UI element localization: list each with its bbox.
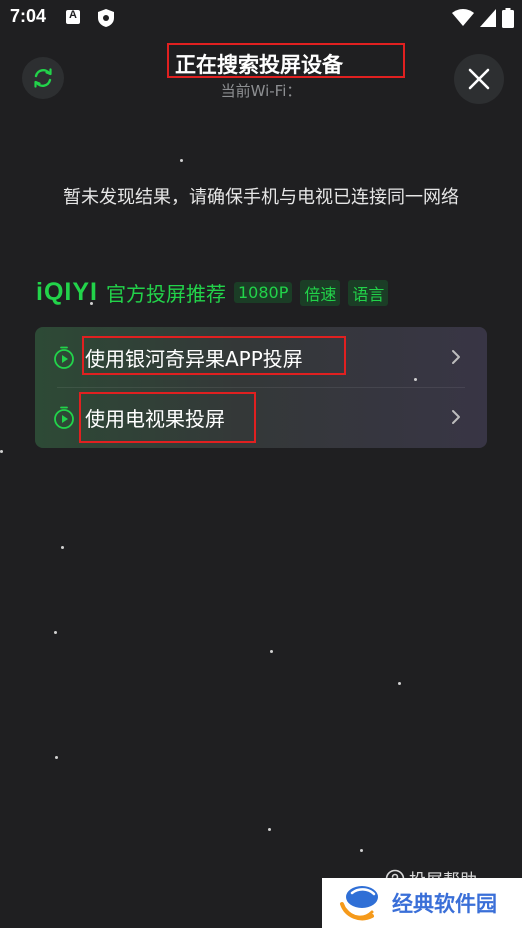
battery-icon [502,8,514,28]
star-dot [55,756,58,759]
star-dot [414,378,417,381]
tag-resolution: 1080P [233,282,293,303]
star-dot [61,546,64,549]
tag-speed: 倍速 [300,279,341,306]
close-button[interactable] [454,54,504,104]
tag-language: 语言 [348,279,389,306]
chevron-right-icon [452,350,460,364]
star-dot [398,682,401,685]
star-dot [268,828,271,831]
watermark-logo-icon [340,886,378,921]
cast-search-screen: 7:04 正在搜索投屏设备 当前Wi-Fi： [0,0,522,928]
option-highlight-box [79,392,256,443]
watermark: 经典软件园 [322,878,522,928]
play-timer-icon [54,346,74,369]
page-title: 正在搜索投屏设备 [175,53,343,77]
empty-result-message: 暂未发现结果，请确保手机与电视已连接同一网络 [63,187,459,208]
play-timer-icon [54,406,74,429]
star-dot [360,849,363,852]
wifi-label: 当前Wi-Fi： [220,82,302,100]
official-recommend-header: iQIYI 官方投屏推荐 1080P 倍速 语言 [36,278,389,307]
accessibility-icon [66,9,80,24]
wifi-icon [452,9,474,26]
chevron-right-icon [452,410,460,424]
star-dot [0,450,3,453]
watermark-text: 经典软件园 [392,892,497,916]
status-right [452,8,514,28]
shield-icon [98,9,114,27]
signal-icon [480,9,496,27]
iqiyi-logo: iQIYI [36,278,98,306]
status-time: 7:04 [10,6,47,26]
recommend-title: 官方投屏推荐 [105,282,226,306]
star-dot [90,302,93,305]
option-highlight-box [82,336,346,375]
status-bar: 7:04 [0,0,522,36]
close-icon [468,68,490,90]
star-dot [180,159,183,162]
star-dot [54,631,57,634]
star-dot [270,650,273,653]
